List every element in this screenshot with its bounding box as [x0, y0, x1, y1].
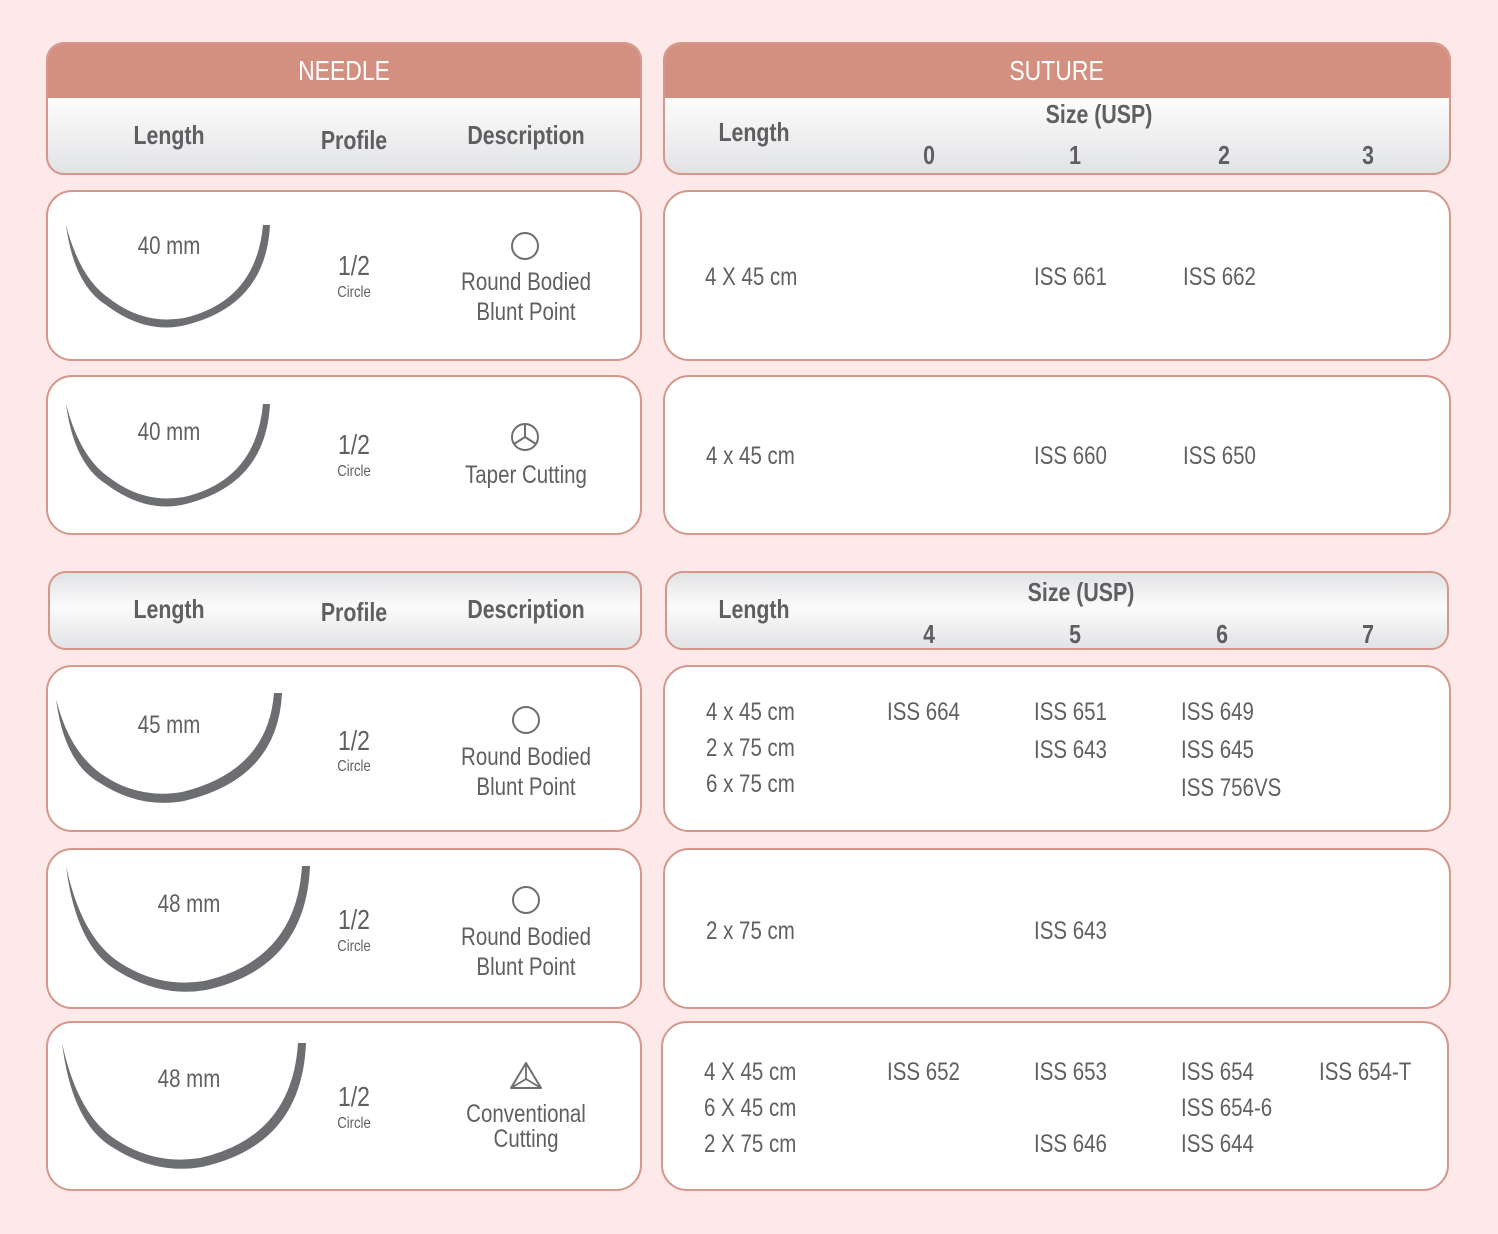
description-line-2: Blunt Point [476, 953, 576, 981]
col-profile: Profile [320, 125, 388, 155]
suture-code: ISS 646 [1034, 1130, 1107, 1158]
suture-row-5: 4 X 45 cm 6 X 45 cm 2 X 75 cm ISS 652 IS… [661, 1021, 1449, 1191]
needle-length: 48 mm [157, 890, 221, 918]
col-profile: Profile [320, 597, 388, 627]
suture-length: 2 X 75 cm [704, 1130, 797, 1158]
profile-fraction: 1/2 [338, 250, 370, 281]
needle-title: NEEDLE [298, 55, 390, 86]
needle-length: 48 mm [157, 1065, 221, 1093]
suture-code: ISS 644 [1181, 1130, 1254, 1158]
col-length: Length [718, 594, 790, 624]
suture-code: ISS 654-6 [1181, 1094, 1273, 1122]
suture-length: 6 x 75 cm [706, 770, 795, 798]
col-length: Length [133, 594, 205, 624]
needle-row-5: 48 mm 1/2 Circle Conventional Cutting [46, 1021, 642, 1191]
size-4: 4 [923, 619, 935, 649]
profile-fraction: 1/2 [338, 904, 370, 935]
description-line-2: Cutting [493, 1125, 559, 1153]
suture-code: ISS 660 [1034, 442, 1107, 470]
suture-title: SUTURE [1009, 55, 1105, 86]
suture-code: ISS 654-T [1319, 1058, 1412, 1086]
suture-code: ISS 649 [1181, 698, 1254, 726]
suture-header-2: Length Size (USP) 4 5 6 7 [665, 571, 1449, 650]
profile-sub: Circle [337, 1115, 371, 1132]
profile-sub: Circle [337, 463, 371, 480]
needle-header-2: Length Profile Description [48, 571, 642, 650]
suture-code: ISS 643 [1034, 736, 1107, 764]
suture-row-1: 4 X 45 cm ISS 661 ISS 662 [663, 190, 1451, 361]
size-1: 1 [1069, 140, 1081, 170]
suture-row-2: 4 x 45 cm ISS 660 ISS 650 [663, 375, 1451, 535]
description-line-1: Round Bodied [461, 268, 591, 296]
profile-sub: Circle [337, 758, 371, 775]
col-description: Description [467, 594, 585, 624]
size-0: 0 [923, 140, 935, 170]
suture-code: ISS 652 [887, 1058, 960, 1086]
col-size-usp: Size (USP) [1045, 99, 1153, 129]
suture-title-band: SUTURE [665, 44, 1449, 98]
suture-length: 4 X 45 cm [705, 263, 798, 291]
needle-row-3: 45 mm 1/2 Circle Round Bodied Blunt Poin… [46, 665, 642, 832]
suture-length: 4 x 45 cm [706, 698, 795, 726]
suture-length: 2 x 75 cm [706, 917, 795, 945]
col-description: Description [467, 120, 585, 150]
suture-length: 4 x 45 cm [706, 442, 795, 470]
suture-code: ISS 651 [1034, 698, 1107, 726]
description-line-1: Round Bodied [461, 743, 591, 771]
size-5: 5 [1069, 619, 1081, 649]
conventional-cutting-icon [510, 1062, 542, 1089]
round-bodied-icon [511, 232, 539, 260]
needle-row-1: 40 mm 1/2 Circle Round Bodied Blunt Poin… [46, 190, 642, 361]
needle-length: 45 mm [137, 711, 201, 739]
suture-code: ISS 643 [1034, 917, 1107, 945]
needle-row-4: 48 mm 1/2 Circle Round Bodied Blunt Poin… [46, 848, 642, 1009]
suture-length: 6 X 45 cm [704, 1094, 797, 1122]
suture-header: SUTURE Length Size (USP) 0 1 2 3 [663, 42, 1451, 175]
col-size-usp: Size (USP) [1027, 577, 1135, 607]
size-3: 3 [1362, 140, 1374, 170]
suture-code: ISS 661 [1034, 263, 1107, 291]
needle-length: 40 mm [137, 232, 201, 260]
needle-row-2: 40 mm 1/2 Circle Taper Cutting [46, 375, 642, 535]
profile-fraction: 1/2 [338, 1081, 370, 1112]
needle-curve-icon [66, 866, 310, 992]
size-6: 6 [1216, 619, 1228, 649]
round-bodied-icon [512, 886, 540, 914]
col-length: Length [718, 117, 790, 147]
profile-sub: Circle [337, 938, 371, 955]
description-line-2: Blunt Point [476, 298, 576, 326]
taper-cutting-icon [511, 423, 539, 451]
size-7: 7 [1362, 619, 1374, 649]
suture-code: ISS 756VS [1181, 774, 1282, 802]
needle-length: 40 mm [137, 418, 201, 446]
suture-length: 4 X 45 cm [704, 1058, 797, 1086]
description-line-1: Taper Cutting [465, 461, 587, 489]
suture-code: ISS 662 [1183, 263, 1256, 291]
description-line-1: Round Bodied [461, 923, 591, 951]
suture-code: ISS 650 [1183, 442, 1256, 470]
needle-header: NEEDLE Length Profile Description [46, 42, 642, 175]
needle-title-band: NEEDLE [48, 44, 640, 98]
profile-sub: Circle [337, 284, 371, 301]
description-line-2: Blunt Point [476, 773, 576, 801]
suture-code: ISS 654 [1181, 1058, 1254, 1086]
suture-row-4: 2 x 75 cm ISS 643 [663, 848, 1451, 1009]
size-2: 2 [1218, 140, 1230, 170]
suture-row-3: 4 x 45 cm 2 x 75 cm 6 x 75 cm ISS 664 IS… [663, 665, 1451, 832]
suture-length: 2 x 75 cm [706, 734, 795, 762]
suture-code: ISS 664 [887, 698, 960, 726]
profile-fraction: 1/2 [338, 429, 370, 460]
round-bodied-icon [512, 706, 540, 734]
needle-curve-icon [62, 1043, 306, 1169]
col-length: Length [133, 120, 205, 150]
suture-code: ISS 645 [1181, 736, 1254, 764]
suture-code: ISS 653 [1034, 1058, 1107, 1086]
profile-fraction: 1/2 [338, 725, 370, 756]
